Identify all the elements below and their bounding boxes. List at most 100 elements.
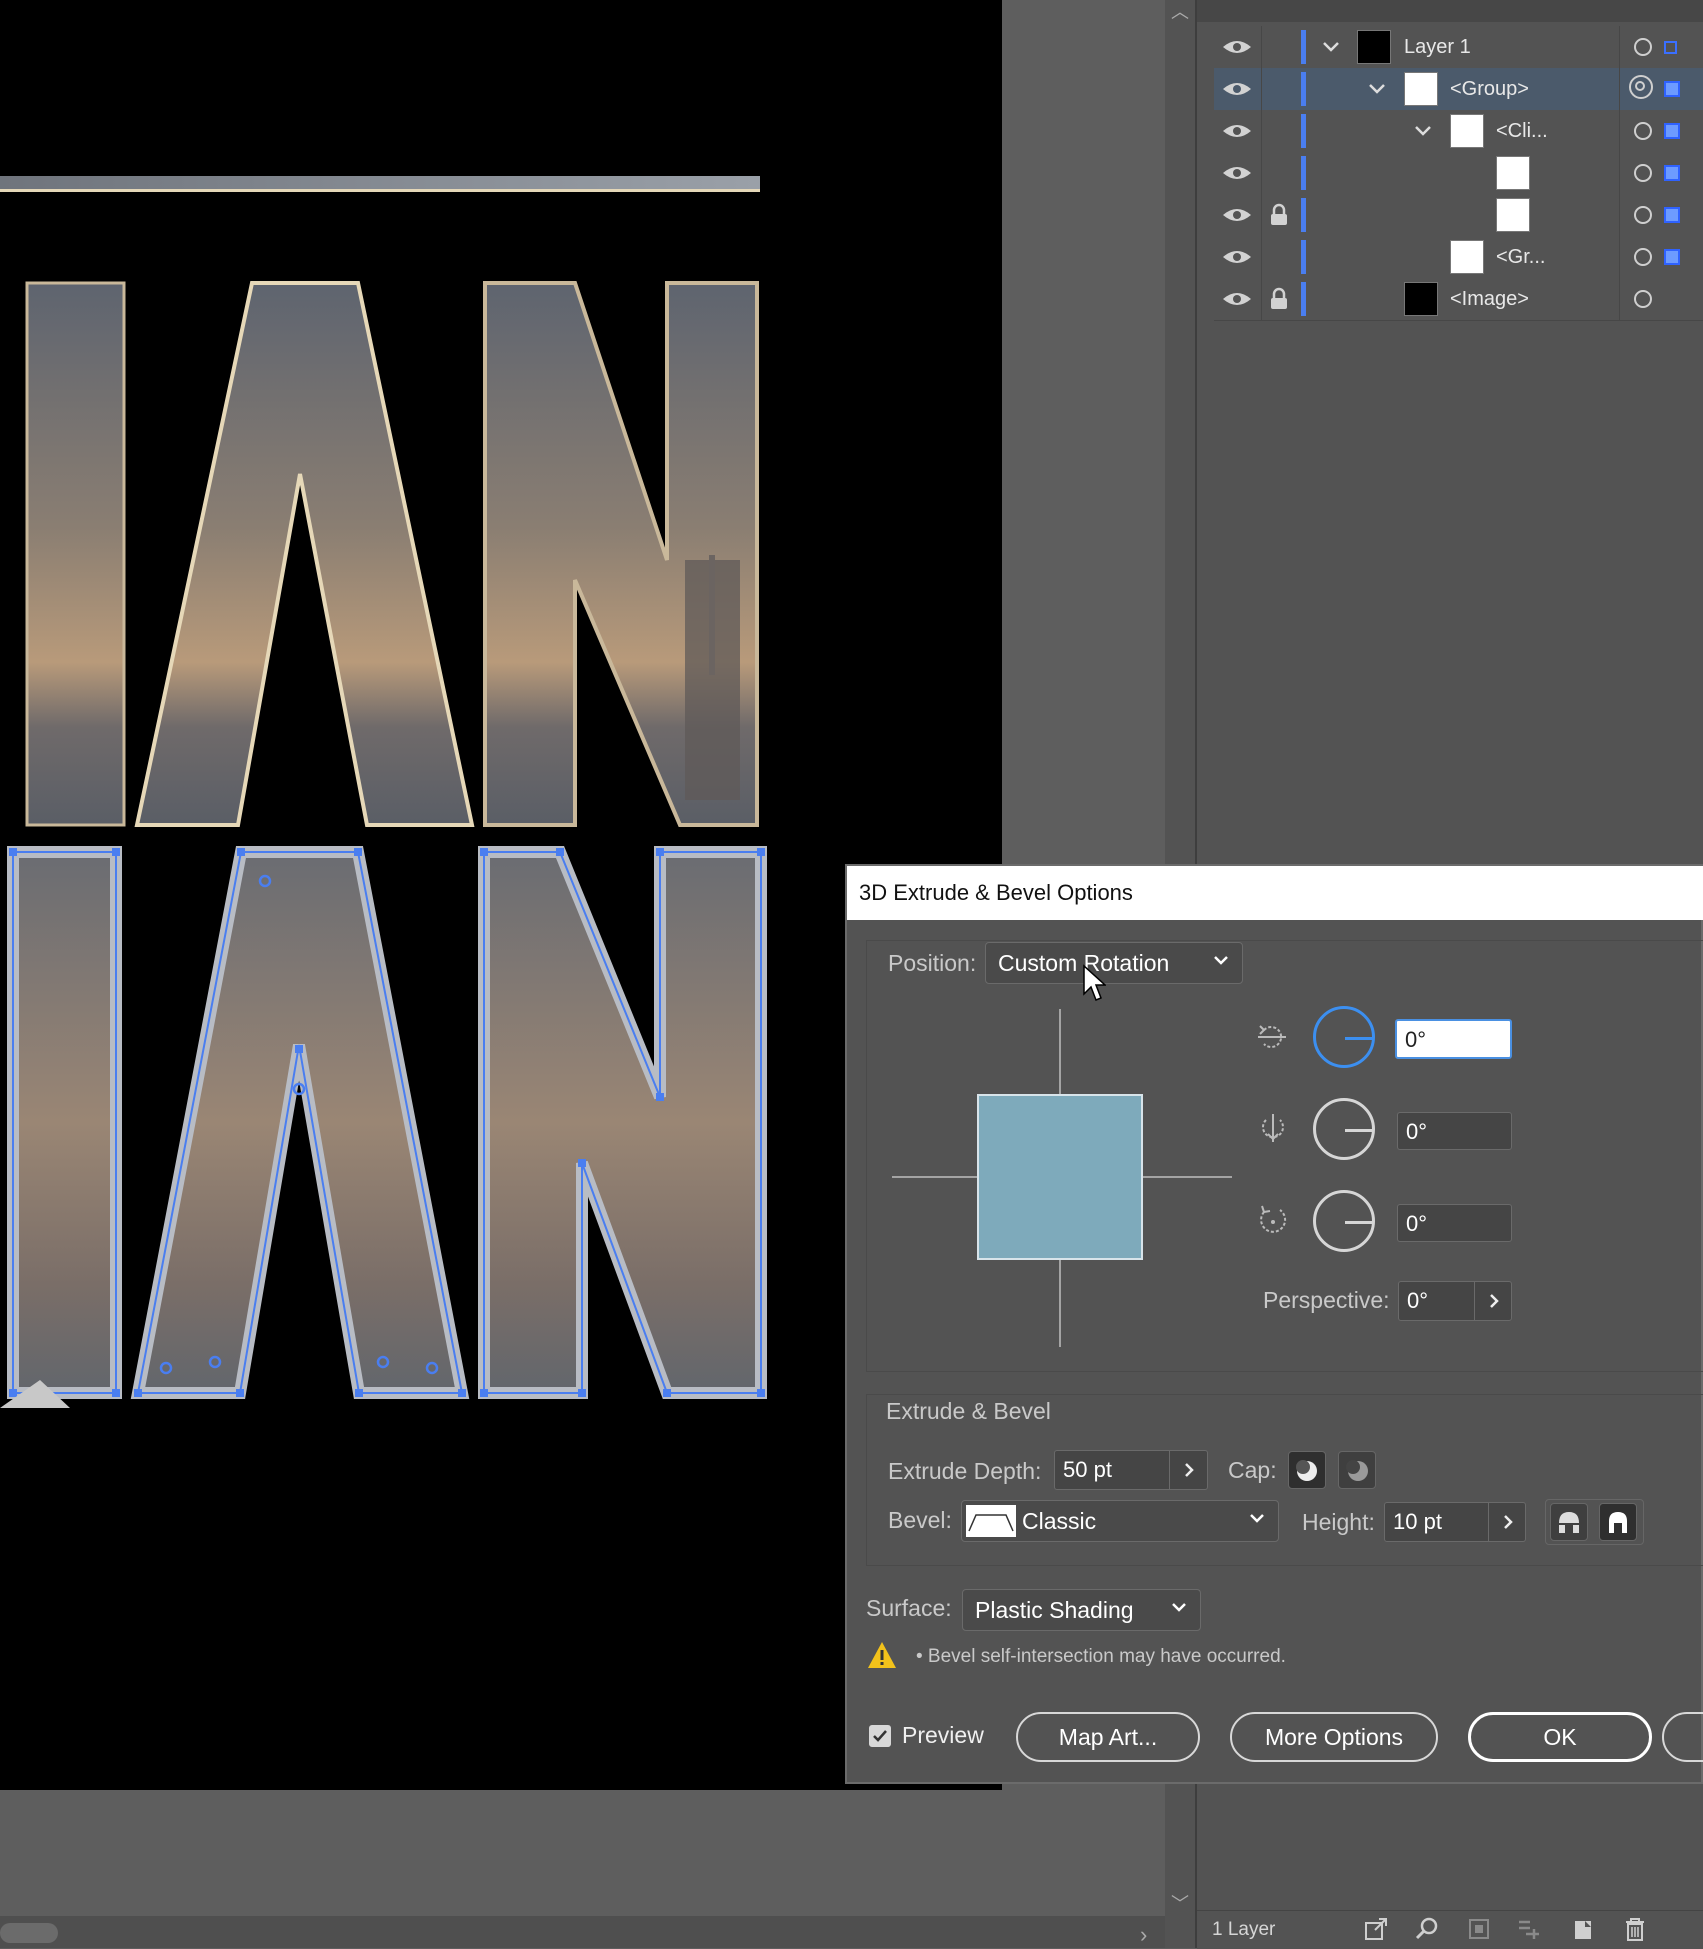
layer-row-layer-1[interactable]: Layer 1	[1214, 26, 1703, 69]
rotate-z-axis-icon	[1260, 1205, 1287, 1233]
rotate-z-input[interactable]: 0°	[1397, 1204, 1512, 1242]
scroll-down-arrow-icon[interactable]: ﹀	[1171, 1890, 1189, 1916]
target-column-divider	[1619, 236, 1620, 278]
chevron-down-icon[interactable]	[1412, 120, 1434, 142]
scroll-right-arrow-icon[interactable]: ›	[1140, 1922, 1147, 1948]
eye-icon[interactable]	[1220, 119, 1254, 143]
rotate-y-dial[interactable]	[1313, 1098, 1375, 1160]
chevron-right-icon	[1504, 1515, 1513, 1529]
surface-label: Surface:	[866, 1595, 952, 1621]
target-circle-icon[interactable]	[1634, 248, 1652, 266]
bevel-classic-icon	[966, 1505, 1016, 1537]
eye-icon[interactable]	[1220, 161, 1254, 185]
horizontal-scrollbar[interactable]	[0, 1916, 1165, 1948]
eye-icon[interactable]	[1220, 287, 1254, 311]
target-circle-icon[interactable]	[1634, 122, 1652, 140]
layer-color-bar	[1301, 114, 1306, 148]
cap-off-button[interactable]	[1338, 1451, 1376, 1489]
checkmark-icon	[873, 1730, 887, 1742]
target-column-divider	[1619, 68, 1620, 110]
ok-button[interactable]: OK	[1468, 1712, 1652, 1762]
lower-letters-selected[interactable]	[7, 846, 767, 1399]
chevron-down-icon	[1214, 956, 1228, 965]
chevron-down-icon[interactable]	[1320, 36, 1342, 58]
layer-color-bar	[1301, 156, 1306, 190]
eye-icon[interactable]	[1220, 245, 1254, 269]
rotate-x-input[interactable]: 0°	[1395, 1019, 1512, 1059]
rotate-x-dial[interactable]	[1313, 1006, 1375, 1068]
upper-letters	[25, 281, 759, 827]
bevel-height-stepper[interactable]	[1488, 1503, 1527, 1541]
layer-row-image[interactable]: <Image>	[1214, 278, 1703, 321]
layer-thumbnail	[1496, 156, 1530, 190]
bevel-extent-out-button[interactable]	[1550, 1503, 1588, 1541]
target-circle-icon[interactable]	[1634, 164, 1652, 182]
layer-row-group[interactable]: <Group>	[1214, 68, 1703, 111]
target-circle-icon[interactable]	[1634, 38, 1652, 56]
lock-column-divider	[1261, 110, 1262, 152]
layer-name[interactable]: <Image>	[1450, 288, 1529, 311]
extrude-depth-stepper[interactable]	[1169, 1451, 1208, 1489]
chevron-down-icon[interactable]	[1366, 78, 1388, 100]
bevel-extent-in-button[interactable]	[1599, 1503, 1637, 1541]
height-label: Height:	[1302, 1509, 1375, 1535]
layer-name[interactable]: <Cli...	[1496, 120, 1548, 143]
perspective-stepper[interactable]	[1474, 1282, 1513, 1320]
position-select[interactable]: Custom Rotation	[985, 942, 1243, 984]
extrude-depth-input[interactable]: 50 pt	[1054, 1450, 1208, 1490]
layer-name[interactable]: <Group>	[1450, 78, 1529, 101]
perspective-input[interactable]: 0°	[1398, 1281, 1512, 1321]
eye-icon[interactable]	[1220, 203, 1254, 227]
eye-icon[interactable]	[1220, 35, 1254, 59]
warning-message: • Bevel self-intersection may have occur…	[916, 1646, 1286, 1667]
horizontal-scroll-thumb[interactable]	[0, 1923, 58, 1943]
layer-row-sublayer[interactable]	[1214, 152, 1703, 195]
surface-select-value: Plastic Shading	[975, 1597, 1134, 1623]
layer-row-sublayer-locked[interactable]	[1214, 194, 1703, 237]
selection-indicator-icon[interactable]	[1664, 81, 1680, 97]
selection-indicator-icon[interactable]	[1664, 123, 1680, 139]
target-circle-icon[interactable]	[1634, 206, 1652, 224]
lock-column-divider	[1261, 152, 1262, 194]
layer-thumbnail	[1404, 72, 1438, 106]
preview-label[interactable]: Preview	[902, 1722, 984, 1749]
new-sublayer-icon[interactable]	[1516, 1916, 1542, 1942]
export-icon[interactable]	[1363, 1916, 1389, 1942]
search-icon[interactable]	[1414, 1916, 1440, 1942]
rotation-preview-cube[interactable]	[892, 1009, 1232, 1347]
perspective-label: Perspective:	[1263, 1287, 1390, 1313]
layer-color-bar	[1301, 240, 1306, 274]
selection-indicator-icon[interactable]	[1664, 249, 1680, 265]
selection-indicator-icon[interactable]	[1664, 207, 1680, 223]
clipping-mask-icon[interactable]	[1466, 1916, 1492, 1942]
layer-thumbnail	[1450, 114, 1484, 148]
preview-checkbox[interactable]	[869, 1725, 891, 1747]
layer-row-inner-group[interactable]: <Gr...	[1214, 236, 1703, 279]
cap-on-button[interactable]	[1288, 1451, 1326, 1489]
more-options-button[interactable]: More Options	[1230, 1712, 1438, 1762]
scroll-up-arrow-icon[interactable]: ︿	[1171, 0, 1189, 24]
layer-row-clip-group[interactable]: <Cli...	[1214, 110, 1703, 153]
layer-thumbnail	[1496, 198, 1530, 232]
surface-select[interactable]: Plastic Shading	[962, 1589, 1201, 1631]
selection-indicator-icon[interactable]	[1664, 165, 1680, 181]
rotate-y-input[interactable]: 0°	[1397, 1112, 1512, 1150]
lock-icon[interactable]	[1268, 287, 1290, 311]
new-layer-icon[interactable]	[1570, 1916, 1596, 1942]
eye-icon[interactable]	[1220, 77, 1254, 101]
bevel-height-input[interactable]: 10 pt	[1384, 1502, 1526, 1542]
layer-color-bar	[1301, 198, 1306, 232]
rotate-z-dial[interactable]	[1313, 1190, 1375, 1252]
selection-indicator-icon[interactable]	[1664, 41, 1677, 54]
pasteboard-bottom[interactable]	[0, 1790, 1165, 1916]
map-art-button[interactable]: Map Art...	[1016, 1712, 1200, 1762]
layer-thumbnail	[1357, 30, 1391, 64]
target-double-circle-icon[interactable]	[1629, 75, 1653, 99]
layer-name[interactable]: Layer 1	[1404, 36, 1471, 59]
chevron-right-icon	[1185, 1463, 1194, 1477]
target-circle-icon[interactable]	[1634, 290, 1652, 308]
trash-icon[interactable]	[1622, 1916, 1648, 1942]
lock-icon[interactable]	[1268, 203, 1290, 227]
layer-name[interactable]: <Gr...	[1496, 246, 1545, 269]
bevel-select[interactable]: Classic	[961, 1500, 1279, 1542]
